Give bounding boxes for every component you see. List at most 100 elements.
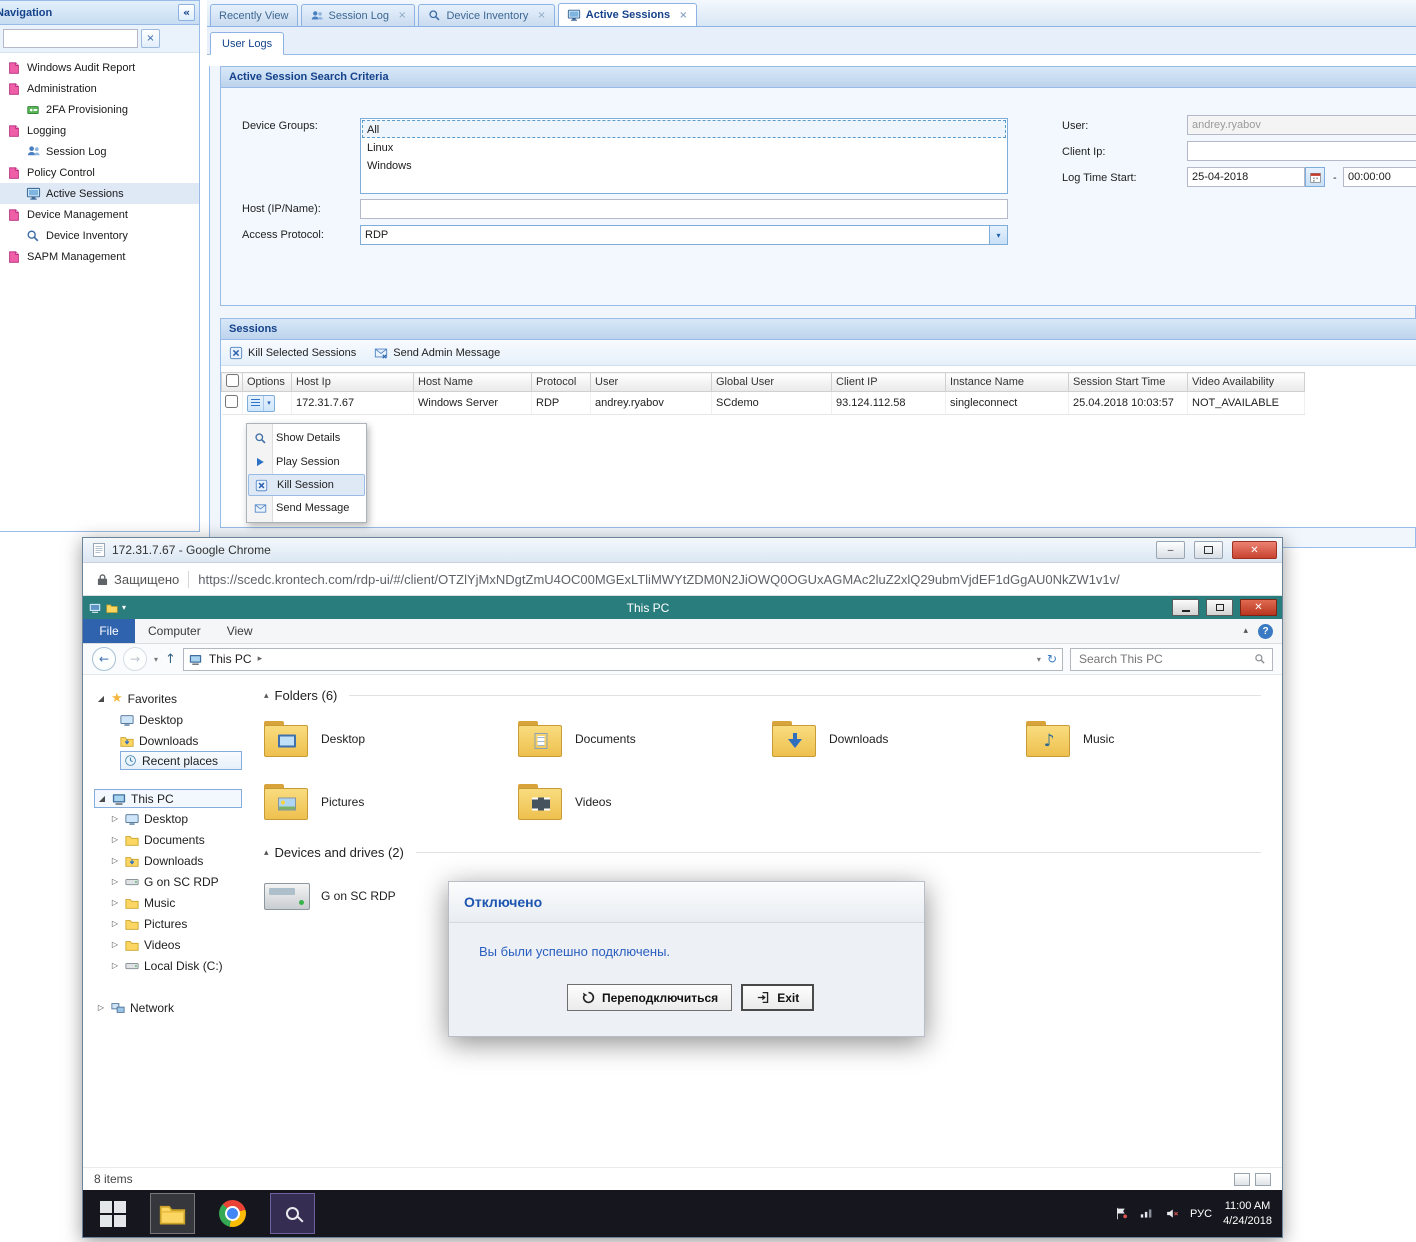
expander-icon[interactable] xyxy=(110,940,120,949)
ribbon-collapse-icon[interactable]: ▴ xyxy=(1243,626,1248,636)
volume-icon[interactable] xyxy=(1164,1206,1179,1222)
tree-pc-pictures[interactable]: Pictures xyxy=(110,913,247,934)
minimize-button[interactable]: – xyxy=(1156,541,1185,559)
listbox-option-all[interactable]: All xyxy=(362,120,1006,138)
expander-icon[interactable] xyxy=(110,856,120,865)
tab-close-icon[interactable] xyxy=(537,10,545,21)
access-protocol-select[interactable]: RDP ▾ xyxy=(360,225,1008,245)
expander-icon[interactable] xyxy=(96,1003,106,1012)
expander-icon[interactable] xyxy=(97,794,107,803)
taskbar-file-explorer-button[interactable] xyxy=(150,1193,195,1234)
tab-device-inventory[interactable]: Device Inventory xyxy=(418,4,554,26)
col-client-ip[interactable]: Client IP xyxy=(832,373,946,392)
chrome-address-bar[interactable]: Защищено https://scedc.krontech.com/rdp-… xyxy=(83,563,1282,596)
folder-tile-videos[interactable]: Videos xyxy=(518,773,772,831)
col-global-user[interactable]: Global User xyxy=(712,373,832,392)
tree-this-pc[interactable]: This PC xyxy=(94,789,242,808)
reconnect-button[interactable]: Переподключиться xyxy=(567,984,732,1011)
nav-item-device-inventory[interactable]: Device Inventory xyxy=(0,225,199,246)
address-dropdown-icon[interactable]: ▾ xyxy=(1037,655,1041,664)
close-button[interactable]: ✕ xyxy=(1240,599,1277,616)
tree-network[interactable]: Network xyxy=(83,997,247,1018)
folder-tile-pictures[interactable]: Pictures xyxy=(264,773,518,831)
navigation-search-input[interactable] xyxy=(3,29,138,48)
chevron-down-icon[interactable]: ▾ xyxy=(122,603,126,612)
taskbar-chrome-button[interactable] xyxy=(210,1193,255,1234)
send-admin-message-button[interactable]: Send Admin Message xyxy=(374,345,500,361)
col-session-start-time[interactable]: Session Start Time xyxy=(1069,373,1188,392)
calendar-icon[interactable] xyxy=(1305,167,1325,187)
explorer-search-box[interactable] xyxy=(1070,648,1273,671)
folder-icon[interactable] xyxy=(105,600,118,616)
col-video-availability[interactable]: Video Availability xyxy=(1188,373,1305,392)
clear-search-icon[interactable] xyxy=(141,29,160,48)
tab-recently-view[interactable]: Recently View xyxy=(210,4,298,26)
search-input[interactable] xyxy=(1077,651,1249,667)
history-dropdown-icon[interactable]: ▾ xyxy=(154,655,158,664)
language-indicator[interactable]: РУС xyxy=(1190,1208,1212,1220)
explorer-address-box[interactable]: This PC ▸ ▾ ↻ xyxy=(183,648,1063,671)
tab-session-log[interactable]: Session Log xyxy=(301,4,416,26)
tree-pc-g-drive[interactable]: G on SC RDP xyxy=(110,871,247,892)
drives-group-header[interactable]: ▴ Devices and drives (2) xyxy=(264,845,1282,860)
kill-selected-sessions-button[interactable]: Kill Selected Sessions xyxy=(229,345,356,361)
exit-button[interactable]: Exit xyxy=(741,984,814,1011)
nav-item-active-sessions[interactable]: Active Sessions xyxy=(0,183,199,204)
maximize-button[interactable] xyxy=(1206,599,1233,616)
security-indicator[interactable]: Защищено xyxy=(96,571,179,587)
tab-close-icon[interactable] xyxy=(398,10,406,21)
expander-icon[interactable] xyxy=(110,898,120,907)
nav-item-session-log[interactable]: Session Log xyxy=(0,141,199,162)
nav-item-windows-audit-report[interactable]: Windows Audit Report xyxy=(0,57,199,78)
computer-icon[interactable] xyxy=(88,600,101,616)
collapse-group-icon[interactable]: ▴ xyxy=(264,848,269,858)
expander-icon[interactable] xyxy=(110,961,120,970)
tree-favorites[interactable]: Favorites xyxy=(83,688,247,709)
col-instance-name[interactable]: Instance Name xyxy=(946,373,1069,392)
maximize-button[interactable] xyxy=(1194,541,1223,559)
tree-pc-downloads[interactable]: Downloads xyxy=(110,850,247,871)
log-time-input[interactable] xyxy=(1343,167,1416,187)
expander-icon[interactable] xyxy=(110,835,120,844)
refresh-icon[interactable]: ↻ xyxy=(1047,652,1057,666)
nav-item-sapm-management[interactable]: SAPM Management xyxy=(0,246,199,267)
tree-downloads[interactable]: Downloads xyxy=(120,730,247,751)
back-button[interactable]: ← xyxy=(92,647,116,671)
expander-icon[interactable] xyxy=(96,694,106,703)
tree-pc-local-disk[interactable]: Local Disk (C:) xyxy=(110,955,247,976)
tab-user-logs[interactable]: User Logs xyxy=(210,32,284,55)
chevron-down-icon[interactable]: ▾ xyxy=(989,226,1007,244)
user-input[interactable] xyxy=(1187,115,1416,135)
nav-item-policy-control[interactable]: Policy Control xyxy=(0,162,199,183)
row-checkbox[interactable] xyxy=(225,395,238,408)
session-row[interactable]: ▾ 172.31.7.67 Windows Server RDP andrey.… xyxy=(222,392,1305,415)
expander-icon[interactable] xyxy=(110,877,120,886)
expander-icon[interactable] xyxy=(110,814,120,823)
ribbon-tab-view[interactable]: View xyxy=(214,619,266,643)
network-icon[interactable] xyxy=(1139,1206,1153,1222)
explorer-title-bar[interactable]: ▾ This PC ✕ xyxy=(83,596,1282,619)
start-button[interactable] xyxy=(90,1193,135,1234)
breadcrumb-arrow-icon[interactable]: ▸ xyxy=(258,654,263,664)
tree-pc-desktop[interactable]: Desktop xyxy=(110,808,247,829)
col-host-ip[interactable]: Host Ip xyxy=(292,373,414,392)
action-center-icon[interactable] xyxy=(1114,1206,1128,1222)
col-options[interactable]: Options xyxy=(243,373,292,392)
menu-item-play-session[interactable]: Play Session xyxy=(247,450,366,474)
log-date-input[interactable] xyxy=(1187,167,1305,187)
ribbon-tab-computer[interactable]: Computer xyxy=(135,619,214,643)
up-button[interactable]: ↑ xyxy=(165,652,176,667)
host-input[interactable] xyxy=(360,199,1008,219)
menu-item-kill-session[interactable]: Kill Session xyxy=(248,474,365,496)
tree-pc-documents[interactable]: Documents xyxy=(110,829,247,850)
folder-tile-downloads[interactable]: Downloads xyxy=(772,710,1026,768)
tree-pc-videos[interactable]: Videos xyxy=(110,934,247,955)
row-options-button[interactable]: ▾ xyxy=(247,395,275,412)
collapse-panel-button[interactable]: « xyxy=(178,4,195,21)
taskbar-search-button[interactable] xyxy=(270,1193,315,1234)
thumbnails-view-icon[interactable] xyxy=(1255,1173,1271,1186)
chrome-title-bar[interactable]: 172.31.7.67 - Google Chrome – ✕ xyxy=(83,538,1282,563)
nav-item-logging[interactable]: Logging xyxy=(0,120,199,141)
help-icon[interactable]: ? xyxy=(1258,624,1273,639)
tree-recent-places[interactable]: Recent places xyxy=(120,751,242,770)
